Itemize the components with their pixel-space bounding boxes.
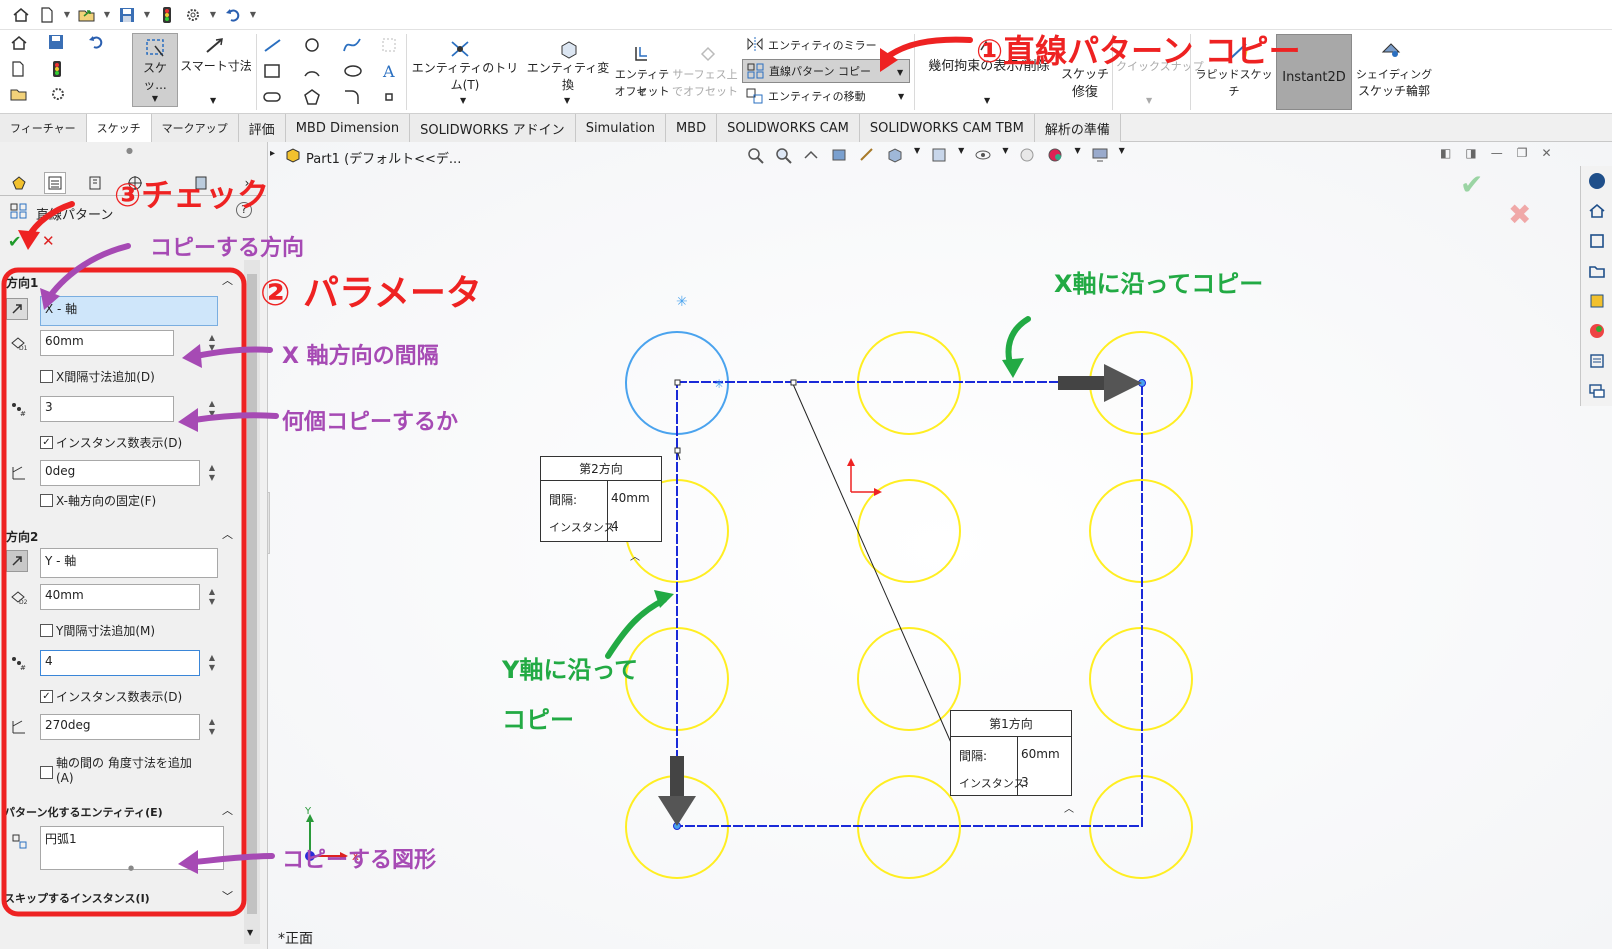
copy-shape-arrow bbox=[178, 850, 198, 874]
count-arrow bbox=[178, 408, 198, 432]
x-spacing-arrow bbox=[182, 344, 202, 368]
count-arrow bbox=[191, 412, 279, 423]
copy-shape-annotation: コピーする図形 bbox=[282, 848, 437, 873]
copy-direction-annotation: コピーする方向 bbox=[150, 236, 305, 261]
step3-annotation: ③チェック bbox=[114, 176, 270, 214]
step1-annotation: ①直線パターン コピー bbox=[976, 32, 1301, 70]
x-spacing-arrow bbox=[193, 346, 273, 359]
step2-annotation: ② パラメータ bbox=[260, 273, 482, 314]
copy-shape-arrow bbox=[191, 853, 275, 865]
step3-arrow bbox=[18, 230, 40, 250]
count-annotation: 何個コピーするか bbox=[282, 410, 459, 435]
step1-arrow bbox=[883, 36, 973, 61]
parameter-highlight-box bbox=[1, 267, 247, 917]
annotation-overlay bbox=[1, 36, 973, 917]
x-spacing-annotation: X 軸方向の間隔 bbox=[282, 344, 439, 369]
